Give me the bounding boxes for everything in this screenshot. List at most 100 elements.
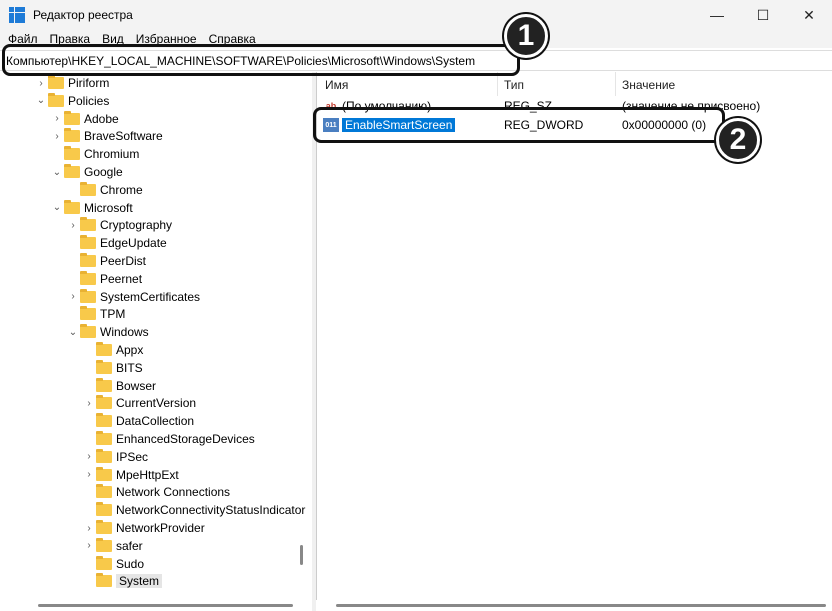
folder-icon	[96, 502, 112, 517]
column-header-name[interactable]: Имя	[325, 78, 348, 92]
folder-icon	[80, 235, 96, 250]
tree-node-label: Sudo	[116, 556, 145, 571]
folder-icon	[96, 484, 112, 499]
tree-node[interactable]: EdgeUpdate	[68, 234, 167, 252]
tree-node[interactable]: › Piriform	[36, 74, 109, 92]
tree-node[interactable]: DataCollection	[84, 412, 194, 430]
close-button[interactable]: ✕	[786, 0, 832, 30]
folder-icon	[64, 128, 80, 143]
tree-node[interactable]: › Cryptography	[68, 216, 172, 234]
tree-node[interactable]: PeerDist	[68, 252, 146, 270]
folder-icon	[64, 110, 80, 125]
tree-node-label: BITS	[116, 360, 143, 375]
tree-node-label: Network Connections	[116, 485, 231, 500]
callout-badge-1: 1	[504, 14, 548, 58]
chevron-right-icon[interactable]: ›	[84, 523, 94, 534]
chevron-right-icon[interactable]: ›	[84, 451, 94, 462]
folder-icon	[96, 342, 112, 356]
minimize-button[interactable]: —	[694, 0, 740, 30]
tree-node[interactable]: TPM	[68, 305, 125, 323]
tree-node-label: safer	[116, 538, 143, 553]
column-header-type[interactable]: Тип	[504, 78, 524, 92]
tree-node[interactable]: EnhancedStorageDevices	[84, 430, 255, 448]
chevron-right-icon[interactable]: ›	[68, 291, 78, 302]
tree-node[interactable]: › Adobe	[52, 110, 119, 128]
tree-horizontal-scrollbar[interactable]	[38, 604, 293, 607]
tree-node[interactable]: › NetworkProvider	[84, 519, 205, 537]
tree-node-label: Peernet	[100, 271, 143, 286]
chevron-right-icon[interactable]: ›	[84, 398, 94, 409]
registry-editor-icon	[9, 7, 25, 23]
folder-icon	[96, 413, 112, 428]
tree-vertical-scrollbar[interactable]	[300, 545, 303, 565]
chevron-down-icon[interactable]: ⌄	[36, 95, 46, 106]
column-header-value[interactable]: Значение	[622, 78, 675, 92]
tree-node-label: NetworkProvider	[116, 521, 205, 535]
tree-node[interactable]: Bowser	[84, 377, 156, 395]
title-bar: Редактор реестра — ☐ ✕	[0, 0, 832, 30]
tree-node-label: Policies	[68, 93, 110, 108]
chevron-right-icon[interactable]: ›	[36, 78, 46, 89]
tree-node-label: EdgeUpdate	[100, 236, 167, 251]
folder-icon	[96, 555, 112, 570]
chevron-down-icon[interactable]: ⌄	[52, 167, 62, 178]
maximize-button[interactable]: ☐	[740, 0, 786, 30]
folder-icon	[80, 253, 96, 267]
tree-node-label: MpeHttpExt	[116, 467, 179, 482]
chevron-down-icon[interactable]: ⌄	[68, 327, 78, 338]
tree-node-label: Cryptography	[100, 218, 173, 233]
tree-node-label: Chrome	[100, 182, 143, 197]
tree-node[interactable]: ⌄ Windows	[68, 323, 149, 341]
tree-node-label: Windows	[100, 325, 149, 340]
folder-icon	[80, 306, 96, 321]
folder-icon	[80, 288, 96, 303]
chevron-right-icon[interactable]: ›	[52, 131, 62, 142]
chevron-down-icon[interactable]: ⌄	[52, 202, 62, 213]
folder-icon	[96, 431, 112, 445]
tree-node[interactable]: › SystemCertificates	[68, 288, 200, 306]
folder-icon	[96, 377, 112, 392]
folder-icon	[96, 448, 112, 463]
tree-node[interactable]: Chromium	[52, 145, 139, 163]
tree-node[interactable]: › IPSec	[84, 448, 148, 466]
values-horizontal-scrollbar[interactable]	[336, 604, 826, 607]
tree-node[interactable]: Peernet	[68, 270, 142, 288]
tree-node-label: PeerDist	[100, 254, 147, 268]
chevron-right-icon[interactable]: ›	[84, 540, 94, 551]
tree-node-label: Google	[84, 165, 123, 179]
tree-node-label: IPSec	[116, 449, 149, 464]
chevron-right-icon[interactable]: ›	[52, 113, 62, 124]
folder-icon	[64, 146, 80, 161]
key-tree: › Piriform ⌄ Policies › Adobe › BraveSoftware Ch…	[0, 72, 312, 600]
tree-node[interactable]: System	[84, 572, 163, 590]
tree-node-label: Adobe	[84, 111, 119, 126]
tree-node-label: NetworkConnectivityStatusIndicator	[116, 503, 306, 518]
tree-node[interactable]: Sudo	[84, 555, 144, 573]
folder-icon	[64, 199, 80, 214]
tree-node[interactable]: ⌄ Policies	[36, 92, 109, 110]
tree-node[interactable]: › CurrentVersion	[84, 394, 196, 412]
column-divider[interactable]	[615, 72, 616, 96]
tree-node[interactable]: › BraveSoftware	[52, 127, 163, 145]
folder-icon	[80, 324, 96, 339]
folder-icon	[80, 181, 96, 196]
tree-node[interactable]: Chrome	[68, 181, 143, 199]
tree-node-label: EnhancedStorageDevices	[116, 432, 255, 446]
tree-node[interactable]: › safer	[84, 537, 143, 555]
folder-icon	[48, 75, 64, 89]
chevron-right-icon[interactable]: ›	[68, 220, 78, 231]
chevron-right-icon[interactable]: ›	[84, 469, 94, 480]
tree-node[interactable]: ⌄ Microsoft	[52, 199, 133, 217]
tree-node-label: Bowser	[116, 378, 157, 393]
folder-icon	[96, 466, 112, 481]
tree-node[interactable]: Network Connections	[84, 483, 230, 501]
folder-icon	[48, 92, 64, 107]
folder-icon	[96, 395, 112, 410]
tree-node[interactable]: › MpeHttpExt	[84, 466, 179, 484]
tree-node-label: CurrentVersion	[116, 396, 197, 411]
tree-node[interactable]: Appx	[84, 341, 143, 359]
tree-node[interactable]: BITS	[84, 359, 143, 377]
folder-icon	[96, 520, 112, 534]
tree-node[interactable]: NetworkConnectivityStatusIndicator	[84, 501, 305, 519]
tree-node[interactable]: ⌄ Google	[52, 163, 123, 181]
